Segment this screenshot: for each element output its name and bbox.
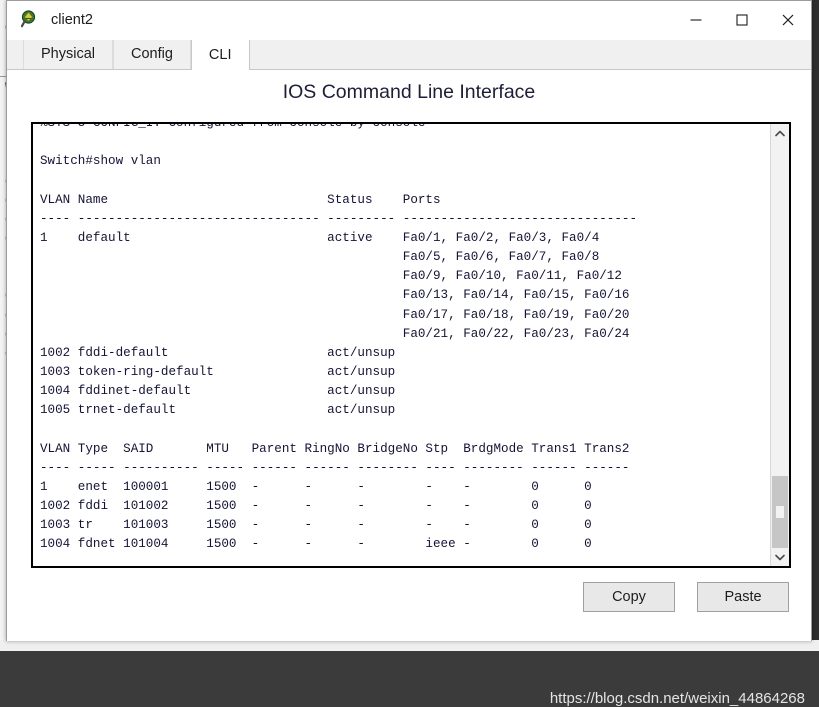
chevron-up-icon[interactable]: [771, 124, 789, 142]
maximize-icon: [736, 14, 748, 26]
cli-terminal[interactable]: %SYS-5-CONFIG_I: Configured from console…: [31, 122, 791, 568]
tab-strip: Physical Config CLI: [7, 40, 811, 70]
panel-title: IOS Command Line Interface: [282, 81, 536, 103]
paste-button[interactable]: Paste: [697, 582, 789, 612]
close-button[interactable]: [765, 1, 811, 39]
tab-config[interactable]: Config: [113, 40, 191, 69]
client-dialog-window: client2 Physical Config CLI IOS Command …: [6, 0, 812, 707]
dialog-button-row: Copy Paste: [583, 582, 789, 612]
chevron-down-icon[interactable]: [771, 548, 789, 566]
scrollbar-thumb-grip: [776, 506, 784, 518]
tab-cli[interactable]: CLI: [190, 40, 250, 70]
window-title: client2: [51, 12, 93, 28]
window-controls: [673, 1, 811, 39]
packet-tracer-inspect-icon: [20, 10, 41, 30]
minimize-icon: [690, 19, 702, 21]
maximize-button[interactable]: [719, 1, 765, 39]
minimize-button[interactable]: [673, 1, 719, 39]
title-bar[interactable]: client2: [7, 1, 811, 40]
copy-button[interactable]: Copy: [583, 582, 675, 612]
scrollbar-thumb[interactable]: [772, 476, 788, 548]
cli-tab-panel: IOS Command Line Interface %SYS-5-CONFIG…: [7, 70, 811, 707]
tab-physical[interactable]: Physical: [23, 40, 113, 69]
close-icon: [782, 14, 794, 26]
cli-terminal-output[interactable]: %SYS-5-CONFIG_I: Configured from console…: [33, 124, 770, 556]
terminal-scrollbar[interactable]: [770, 124, 789, 566]
background-window-bottom-strip: [0, 640, 819, 651]
watermark: https://blog.csdn.net/weixin_44864268: [549, 690, 805, 707]
